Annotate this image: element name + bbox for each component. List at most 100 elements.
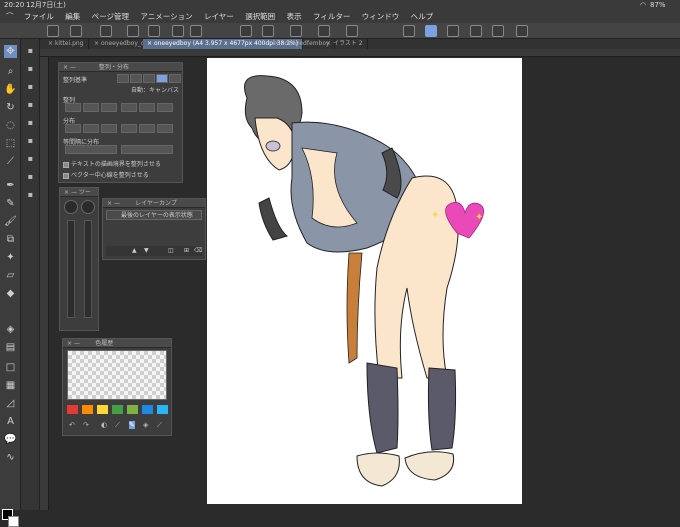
shape-icon[interactable]: □ (4, 361, 17, 374)
menu-edit[interactable]: 編集 (65, 12, 80, 21)
swatch-orange[interactable] (82, 405, 93, 414)
transform-icon[interactable] (262, 25, 274, 37)
app-logo-icon[interactable]: ⌒ (6, 12, 14, 21)
tab-illust2[interactable]: × イラスト 2 (322, 39, 368, 49)
eyedropper-icon[interactable]: ⟋ (4, 155, 17, 168)
swatch-lightblue[interactable] (157, 405, 168, 414)
redo-icon[interactable]: ↷ (83, 421, 89, 429)
update-icon[interactable]: ◫ (168, 247, 174, 254)
zoom-icon[interactable]: ⌕ (4, 65, 17, 78)
deselect-icon[interactable] (290, 25, 302, 37)
subtool-1-icon[interactable]: ▪ (25, 45, 36, 56)
brush-preview-large[interactable] (64, 200, 78, 214)
checkbox-icon[interactable] (63, 161, 69, 168)
pencil-icon[interactable]: ✎ (4, 197, 17, 210)
basis-button-3[interactable] (143, 74, 155, 83)
decoration-icon[interactable]: ✦ (4, 251, 17, 264)
close-icon[interactable]: × (64, 189, 69, 196)
check-vector-center[interactable]: ベクター中心線を整列させる (63, 170, 149, 179)
up-arrow-icon[interactable]: ▲ (132, 247, 137, 254)
align-left-button[interactable] (65, 103, 81, 112)
frame-icon[interactable]: ▦ (4, 379, 17, 392)
basis-button-2[interactable] (130, 74, 142, 83)
distribute-center-button[interactable] (83, 124, 99, 133)
subtool-9-icon[interactable]: ▪ (25, 189, 36, 200)
align-bottom-button[interactable] (157, 103, 173, 112)
distribute-right-button[interactable] (101, 124, 117, 133)
eyedropper-icon[interactable]: ⟋ (157, 421, 162, 430)
menu-layer[interactable]: レイヤー (204, 12, 234, 21)
rotate-icon[interactable]: ↻ (4, 101, 17, 114)
down-arrow-icon[interactable]: ▼ (144, 247, 149, 254)
canvas[interactable]: ✦ ✦ (207, 58, 522, 504)
help-icon[interactable] (492, 25, 504, 37)
airbrush-icon[interactable]: ⧉ (4, 233, 17, 246)
check-text-bounds[interactable]: テキストの描画境界を整列させる (63, 159, 161, 168)
subtool-2-icon[interactable]: ▪ (25, 63, 36, 74)
layer-comp-item[interactable]: 最後のレイヤーの表示状態 (106, 210, 202, 220)
select-icon[interactable]: ⬚ (4, 137, 17, 150)
swatch-green[interactable] (112, 405, 123, 414)
transparent-icon[interactable]: ⟋ (115, 421, 120, 430)
eraser-icon[interactable]: ▱ (4, 269, 17, 282)
swatch-yellow[interactable] (97, 405, 108, 414)
menu-page[interactable]: ページ管理 (92, 12, 129, 21)
swatch-lightgreen[interactable] (127, 405, 138, 414)
balloon-icon[interactable]: 💬 (4, 433, 17, 446)
correct-line-icon[interactable]: ∿ (4, 451, 17, 464)
brush-preview-small[interactable] (81, 200, 95, 214)
subtool-5-icon[interactable]: ▪ (25, 117, 36, 128)
hand-icon[interactable]: ✋ (4, 83, 17, 96)
basis-button-1[interactable] (117, 74, 129, 83)
tab-close-icon[interactable]: × (94, 40, 99, 47)
delete-icon[interactable]: ⌫ (194, 247, 202, 254)
undo-icon[interactable] (172, 25, 184, 37)
subtool-4-icon[interactable]: ▪ (25, 99, 36, 110)
tab-close-icon[interactable]: × (274, 40, 279, 47)
invert-selection-icon[interactable] (318, 25, 330, 37)
basis-button-4[interactable] (156, 74, 168, 83)
distribute-top-button[interactable] (121, 124, 137, 133)
size-slider[interactable] (67, 220, 75, 318)
distribute-left-button[interactable] (65, 124, 81, 133)
fill-icon[interactable]: ◈ (4, 323, 17, 336)
pen-color-icon[interactable]: ✎ (129, 421, 135, 429)
brush-icon[interactable]: 🖌 (4, 215, 17, 228)
subtool-8-icon[interactable]: ▪ (25, 171, 36, 182)
fullscreen-icon[interactable] (516, 25, 528, 37)
tab-close-icon[interactable]: × (147, 40, 152, 47)
menu-file[interactable]: ファイル (24, 12, 54, 21)
menu-view[interactable]: 表示 (287, 12, 302, 21)
tab-close-icon[interactable]: × (326, 40, 331, 47)
new-comp-icon[interactable]: ⊞ (184, 247, 189, 254)
vector-snap-icon[interactable] (425, 25, 437, 37)
subtool-3-icon[interactable]: ▪ (25, 81, 36, 92)
swatch-blue[interactable] (142, 405, 153, 414)
subtool-7-icon[interactable]: ▪ (25, 153, 36, 164)
menu-filter[interactable]: フィルター (313, 12, 350, 21)
crop-icon[interactable] (346, 25, 358, 37)
close-icon[interactable]: × (63, 64, 68, 71)
new-icon[interactable] (70, 25, 82, 37)
close-icon[interactable]: × (107, 200, 112, 207)
ruler-icon[interactable]: ◿ (4, 397, 17, 410)
sub-color-swatch[interactable] (8, 516, 19, 527)
equal-vertical-button[interactable] (121, 145, 173, 154)
save-icon[interactable] (100, 25, 112, 37)
tab-kittei[interactable]: × kittei.png (44, 39, 89, 49)
gradient-icon[interactable]: ▤ (4, 341, 17, 354)
checkbox-icon[interactable] (63, 172, 69, 179)
pen-icon[interactable]: ✒ (4, 179, 17, 192)
open-icon[interactable] (127, 25, 139, 37)
smartphone-icon[interactable] (470, 25, 482, 37)
ruler-snap-icon[interactable] (447, 25, 459, 37)
menu-help[interactable]: ヘルプ (411, 12, 434, 21)
lasso-icon[interactable]: ◌ (4, 119, 17, 132)
color-preview-area[interactable] (67, 350, 167, 400)
distribute-middle-button[interactable] (139, 124, 155, 133)
redo-icon[interactable] (190, 25, 202, 37)
align-right-button[interactable] (101, 103, 117, 112)
blend-icon[interactable]: ◆ (4, 287, 17, 300)
align-middle-button[interactable] (139, 103, 155, 112)
equal-horizontal-button[interactable] (65, 145, 117, 154)
